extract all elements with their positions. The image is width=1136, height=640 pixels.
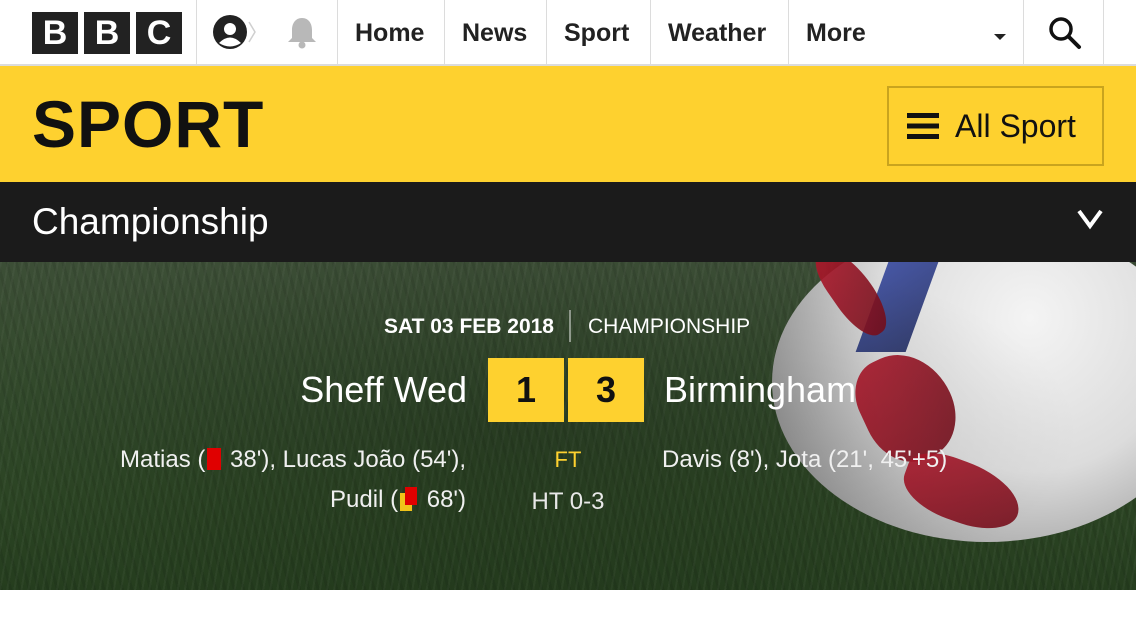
section-navigation[interactable]: Championship <box>0 182 1136 262</box>
match-meta: SAT 03 FEB 2018 CHAMPIONSHIP <box>0 310 1136 344</box>
half-time-label: HT 0-3 <box>531 488 605 515</box>
half-time-score: HT 0-3 <box>0 486 1136 518</box>
all-sport-button[interactable]: All Sport <box>887 86 1104 166</box>
nav-more-menu[interactable]: More <box>788 0 1024 64</box>
away-team-name: Birmingham <box>664 369 857 410</box>
nav-home-link[interactable]: Home <box>337 0 444 64</box>
away-score: 3 <box>568 358 644 422</box>
section-title: Championship <box>32 201 269 242</box>
search-icon <box>1049 17 1081 49</box>
bbc-logo[interactable]: B B C <box>32 12 182 54</box>
nav-divider <box>196 0 197 64</box>
match-status: FT <box>0 444 1136 476</box>
global-navigation: B B C Home News Sport Weather More <box>0 0 1136 66</box>
search-button[interactable] <box>1024 0 1104 64</box>
chevron-down-icon[interactable] <box>1076 208 1104 230</box>
nav-weather-link[interactable]: Weather <box>650 0 788 64</box>
user-account-icon <box>213 15 256 49</box>
more-caret-icon <box>994 34 1006 40</box>
nav-news-link[interactable]: News <box>444 0 546 64</box>
bell-icon <box>288 18 316 49</box>
logo-letter-b1: B <box>32 12 78 54</box>
meta-divider <box>569 310 571 342</box>
sport-title[interactable]: SPORT <box>32 88 264 160</box>
nav-sport-link[interactable]: Sport <box>546 0 650 64</box>
account-button[interactable] <box>198 0 268 64</box>
hamburger-menu-icon <box>907 113 939 139</box>
all-sport-label: All Sport <box>955 107 1076 144</box>
nav-divider <box>1103 0 1104 64</box>
sport-banner: SPORT All Sport <box>0 66 1136 182</box>
notifications-button[interactable] <box>270 0 336 64</box>
home-score: 1 <box>488 358 564 422</box>
logo-letter-c: C <box>136 12 182 54</box>
away-match-events: Davis (8'), Jota (21', 45'+5) <box>662 446 948 473</box>
logo-letter-b2: B <box>84 12 130 54</box>
match-competition: CHAMPIONSHIP <box>588 315 751 338</box>
match-score-header: SAT 03 FEB 2018 CHAMPIONSHIP Sheff Wed 1… <box>0 262 1136 590</box>
match-date: SAT 03 FEB 2018 <box>383 315 554 338</box>
home-team-name: Sheff Wed <box>300 369 467 410</box>
full-time-label: FT <box>554 447 582 472</box>
